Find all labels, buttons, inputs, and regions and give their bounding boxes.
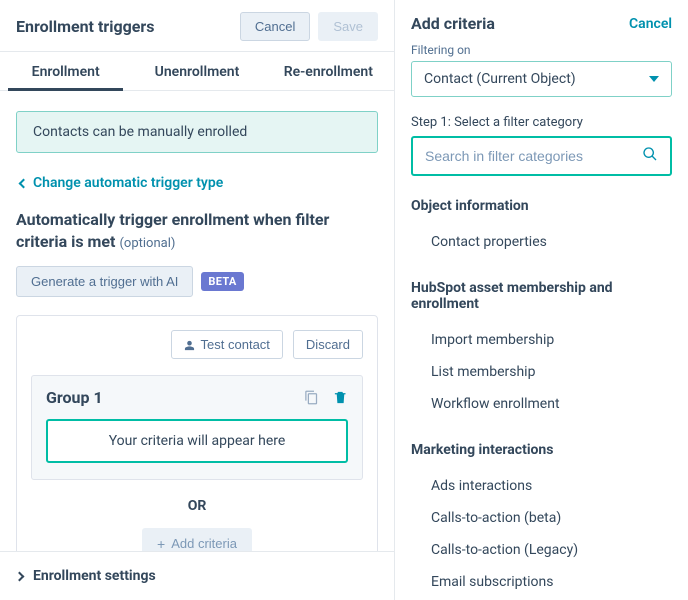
- delete-icon[interactable]: [333, 390, 348, 405]
- beta-badge: BETA: [201, 272, 243, 291]
- tabs: Enrollment Unenrollment Re-enrollment: [0, 52, 394, 91]
- test-contact-label: Test contact: [201, 337, 270, 352]
- right-cancel-link[interactable]: Cancel: [629, 16, 672, 32]
- filtering-on-label: Filtering on: [411, 43, 672, 57]
- filter-category-item[interactable]: Workflow enrollment: [411, 388, 672, 420]
- filter-category-group: Object information Contact properties: [411, 198, 672, 258]
- tab-enrollment[interactable]: Enrollment: [0, 52, 131, 90]
- filter-category-item[interactable]: Ads interactions: [411, 470, 672, 502]
- filter-category-item[interactable]: Calls-to-action (beta): [411, 502, 672, 534]
- chevron-left-icon: [19, 178, 29, 188]
- add-criteria-button[interactable]: + Add criteria: [142, 528, 252, 551]
- filtering-on-select[interactable]: Contact (Current Object): [411, 61, 672, 97]
- group-box: Group 1 Your criteria will appear here: [31, 375, 363, 480]
- filter-category-heading: Marketing interactions: [411, 442, 672, 458]
- enrollment-settings-row[interactable]: Enrollment settings: [0, 551, 394, 600]
- right-header: Add criteria Cancel: [411, 14, 672, 33]
- filter-category-item[interactable]: Calls-to-action (Legacy): [411, 534, 672, 566]
- enrollment-settings-label: Enrollment settings: [33, 568, 156, 584]
- discard-button[interactable]: Discard: [293, 330, 363, 359]
- generate-ai-button[interactable]: Generate a trigger with AI: [16, 266, 193, 297]
- left-header: Enrollment triggers Cancel Save: [0, 0, 394, 52]
- chevron-right-icon: [15, 571, 25, 581]
- right-title: Add criteria: [411, 14, 495, 33]
- select-value: Contact (Current Object): [424, 71, 576, 87]
- cancel-button[interactable]: Cancel: [240, 12, 310, 41]
- optional-label: (optional): [119, 236, 175, 251]
- or-separator: OR: [31, 498, 363, 514]
- search-icon: [642, 146, 658, 166]
- save-button: Save: [318, 12, 378, 41]
- filter-category-item[interactable]: Contact properties: [411, 226, 672, 258]
- filter-category-group: HubSpot asset membership and enrollment I…: [411, 280, 672, 420]
- criteria-card: Test contact Discard Group 1: [16, 315, 378, 551]
- filter-category-list: Object information Contact properties HubS…: [411, 198, 672, 600]
- filter-category-heading: HubSpot asset membership and enrollment: [411, 280, 672, 312]
- test-contact-button[interactable]: Test contact: [171, 330, 283, 359]
- filter-category-heading: Object information: [411, 198, 672, 214]
- left-panel: Enrollment triggers Cancel Save Enrollme…: [0, 0, 395, 600]
- section-title: Automatically trigger enrollment when fi…: [16, 209, 378, 252]
- right-panel: Add criteria Cancel Filtering on Contact…: [395, 0, 688, 600]
- chevron-down-icon: [649, 76, 659, 82]
- search-wrapper[interactable]: [411, 136, 672, 176]
- plus-icon: +: [157, 537, 165, 551]
- page-title: Enrollment triggers: [16, 17, 154, 36]
- filter-category-item[interactable]: Email subscriptions: [411, 566, 672, 598]
- add-criteria-label: Add criteria: [171, 536, 237, 551]
- search-input[interactable]: [425, 148, 642, 164]
- clone-icon[interactable]: [304, 390, 319, 405]
- criteria-placeholder[interactable]: Your criteria will appear here: [46, 419, 348, 463]
- change-trigger-type-link[interactable]: Change automatic trigger type: [20, 175, 378, 191]
- filter-category-item[interactable]: List membership: [411, 356, 672, 388]
- group-title: Group 1: [46, 388, 103, 407]
- filter-category-item[interactable]: Import membership: [411, 324, 672, 356]
- change-trigger-type-label: Change automatic trigger type: [33, 175, 223, 191]
- info-banner: Contacts can be manually enrolled: [16, 111, 378, 153]
- tab-unenrollment[interactable]: Unenrollment: [131, 52, 262, 90]
- user-icon: [184, 339, 195, 350]
- filter-category-group: Marketing interactionsAds interactionsCa…: [411, 442, 672, 600]
- tab-reenrollment[interactable]: Re-enrollment: [263, 52, 394, 90]
- step-label: Step 1: Select a filter category: [411, 115, 672, 130]
